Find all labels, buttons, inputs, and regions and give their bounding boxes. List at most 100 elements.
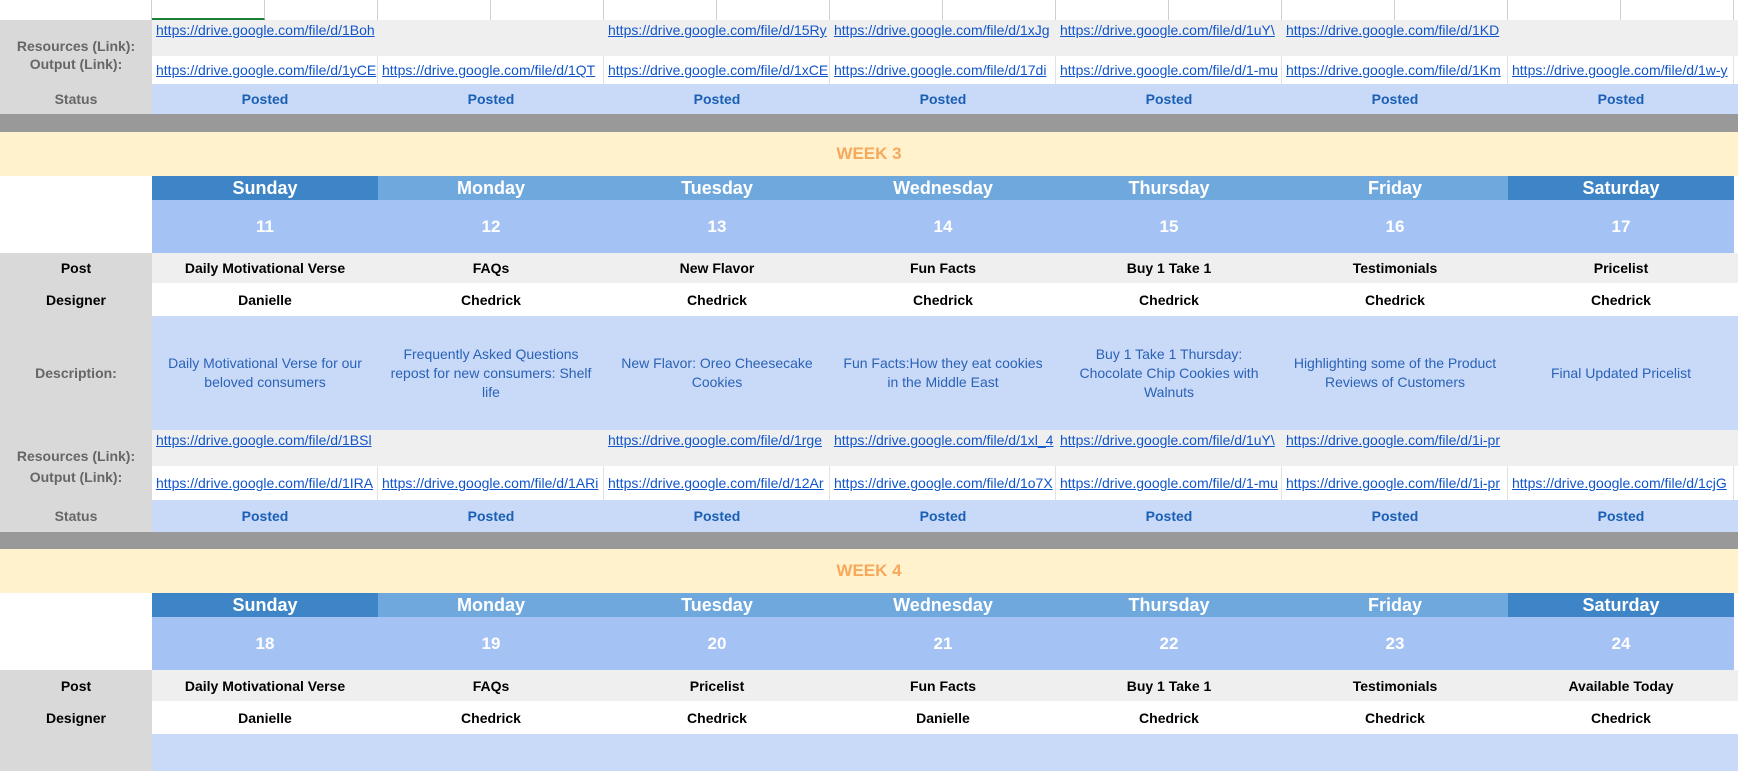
resource-link[interactable]	[1508, 20, 1734, 56]
resource-link[interactable]: https://drive.google.com/file/d/1i-pr	[1282, 430, 1508, 466]
designer-cell[interactable]: Chedrick	[1282, 701, 1508, 734]
day-header-monday[interactable]: Monday	[378, 176, 604, 200]
output-link[interactable]: https://drive.google.com/file/d/1Km	[1282, 56, 1508, 84]
resource-link[interactable]: https://drive.google.com/file/d/1BSl	[152, 430, 378, 466]
status-cell[interactable]: Posted	[604, 500, 830, 532]
day-header-friday[interactable]: Friday	[1282, 593, 1508, 617]
output-link[interactable]: https://drive.google.com/file/d/1cjG	[1508, 466, 1734, 500]
output-link[interactable]: https://drive.google.com/file/d/1-mu	[1056, 466, 1282, 500]
post-cell[interactable]: Fun Facts	[830, 253, 1056, 283]
date-cell[interactable]: 17	[1508, 200, 1734, 253]
resource-link[interactable]	[378, 20, 604, 56]
status-cell[interactable]: Posted	[1282, 84, 1508, 114]
blank-label-cell[interactable]	[0, 617, 152, 670]
resource-link[interactable]: https://drive.google.com/file/d/1uY\	[1056, 20, 1282, 56]
resource-link[interactable]: https://drive.google.com/file/d/1rge	[604, 430, 830, 466]
grid-cell[interactable]	[265, 0, 378, 20]
date-cell[interactable]: 15	[1056, 200, 1282, 253]
status-cell[interactable]: Posted	[830, 84, 1056, 114]
description-cell[interactable]: Fun Facts:How they eat cookies in the Mi…	[830, 316, 1056, 430]
status-cell[interactable]: Posted	[1508, 500, 1734, 532]
post-cell[interactable]: Pricelist	[604, 670, 830, 701]
resource-link[interactable]	[1508, 430, 1734, 466]
grid-cell[interactable]	[1056, 0, 1169, 20]
grid-cell[interactable]	[943, 0, 1056, 20]
day-header-friday[interactable]: Friday	[1282, 176, 1508, 200]
designer-cell[interactable]: Chedrick	[1508, 701, 1734, 734]
post-cell[interactable]: New Flavor	[604, 253, 830, 283]
day-header-saturday[interactable]: Saturday	[1508, 593, 1734, 617]
output-link[interactable]: https://drive.google.com/file/d/1ARi	[378, 466, 604, 500]
date-cell[interactable]: 11	[152, 200, 378, 253]
status-cell[interactable]: Posted	[1056, 500, 1282, 532]
blank-label-cell[interactable]	[0, 593, 152, 617]
status-cell[interactable]: Posted	[152, 500, 378, 532]
post-cell[interactable]: FAQs	[378, 670, 604, 701]
date-cell[interactable]: 16	[1282, 200, 1508, 253]
designer-cell[interactable]: Chedrick	[1508, 283, 1734, 316]
blank-label-cell[interactable]	[0, 176, 152, 200]
date-cell[interactable]: 18	[152, 617, 378, 670]
day-header-tuesday[interactable]: Tuesday	[604, 593, 830, 617]
output-link[interactable]: https://drive.google.com/file/d/1xCE	[604, 56, 830, 84]
grid-cell[interactable]	[1169, 0, 1282, 20]
resource-link[interactable]	[378, 430, 604, 466]
post-cell[interactable]: Fun Facts	[830, 670, 1056, 701]
designer-cell[interactable]: Danielle	[830, 701, 1056, 734]
output-link[interactable]: https://drive.google.com/file/d/1-mu	[1056, 56, 1282, 84]
post-cell[interactable]: Daily Motivational Verse	[152, 670, 378, 701]
description-cell[interactable]: Buy 1 Take 1 Thursday: Chocolate Chip Co…	[1056, 316, 1282, 430]
resource-link[interactable]: https://drive.google.com/file/d/1uY\	[1056, 430, 1282, 466]
post-cell[interactable]: Daily Motivational Verse	[152, 253, 378, 283]
designer-cell[interactable]: Chedrick	[1282, 283, 1508, 316]
day-header-saturday[interactable]: Saturday	[1508, 176, 1734, 200]
description-cell[interactable]: Frequently Asked Questions repost for ne…	[378, 316, 604, 430]
date-cell[interactable]: 23	[1282, 617, 1508, 670]
designer-cell[interactable]: Danielle	[152, 283, 378, 316]
resource-link[interactable]: https://drive.google.com/file/d/1xl_4	[830, 430, 1056, 466]
designer-cell[interactable]: Chedrick	[378, 283, 604, 316]
status-cell[interactable]: Posted	[378, 84, 604, 114]
resource-link[interactable]: https://drive.google.com/file/d/1Boh	[152, 20, 378, 56]
date-cell[interactable]: 14	[830, 200, 1056, 253]
grid-cell[interactable]	[491, 0, 604, 20]
status-cell[interactable]: Posted	[378, 500, 604, 532]
post-cell[interactable]: Pricelist	[1508, 253, 1734, 283]
day-header-thursday[interactable]: Thursday	[1056, 593, 1282, 617]
grid-cell[interactable]	[1282, 0, 1395, 20]
date-cell[interactable]: 13	[604, 200, 830, 253]
status-cell[interactable]: Posted	[604, 84, 830, 114]
grid-cell[interactable]	[717, 0, 830, 20]
status-cell[interactable]: Posted	[1056, 84, 1282, 114]
day-header-wednesday[interactable]: Wednesday	[830, 176, 1056, 200]
date-cell[interactable]: 20	[604, 617, 830, 670]
blank-label-cell[interactable]	[0, 200, 152, 253]
output-link[interactable]: https://drive.google.com/file/d/1o7X	[830, 466, 1056, 500]
date-cell[interactable]: 19	[378, 617, 604, 670]
post-cell[interactable]: Testimonials	[1282, 670, 1508, 701]
description-cell[interactable]: Final Updated Pricelist	[1508, 316, 1734, 430]
designer-cell[interactable]: Chedrick	[604, 701, 830, 734]
selected-cell[interactable]	[152, 0, 265, 20]
output-link[interactable]: https://drive.google.com/file/d/1QT	[378, 56, 604, 84]
grid-cell[interactable]	[378, 0, 491, 20]
date-cell[interactable]: 12	[378, 200, 604, 253]
grid-cell[interactable]	[1395, 0, 1508, 20]
output-link[interactable]: https://drive.google.com/file/d/17di	[830, 56, 1056, 84]
date-cell[interactable]: 24	[1508, 617, 1734, 670]
designer-cell[interactable]: Chedrick	[1056, 701, 1282, 734]
designer-cell[interactable]: Danielle	[152, 701, 378, 734]
grid-cell[interactable]	[604, 0, 717, 20]
description-cell[interactable]: Highlighting some of the Product Reviews…	[1282, 316, 1508, 430]
day-header-sunday[interactable]: Sunday	[152, 593, 378, 617]
top-label-cell[interactable]	[0, 0, 152, 20]
resource-link[interactable]: https://drive.google.com/file/d/1xJg	[830, 20, 1056, 56]
post-cell[interactable]: Buy 1 Take 1	[1056, 670, 1282, 701]
grid-cell[interactable]	[1508, 0, 1621, 20]
post-cell[interactable]: Buy 1 Take 1	[1056, 253, 1282, 283]
status-cell[interactable]: Posted	[830, 500, 1056, 532]
output-link[interactable]: https://drive.google.com/file/d/1yCE	[152, 56, 378, 84]
designer-cell[interactable]: Chedrick	[378, 701, 604, 734]
post-cell[interactable]: Available Today	[1508, 670, 1734, 701]
output-link[interactable]: https://drive.google.com/file/d/1IRA	[152, 466, 378, 500]
